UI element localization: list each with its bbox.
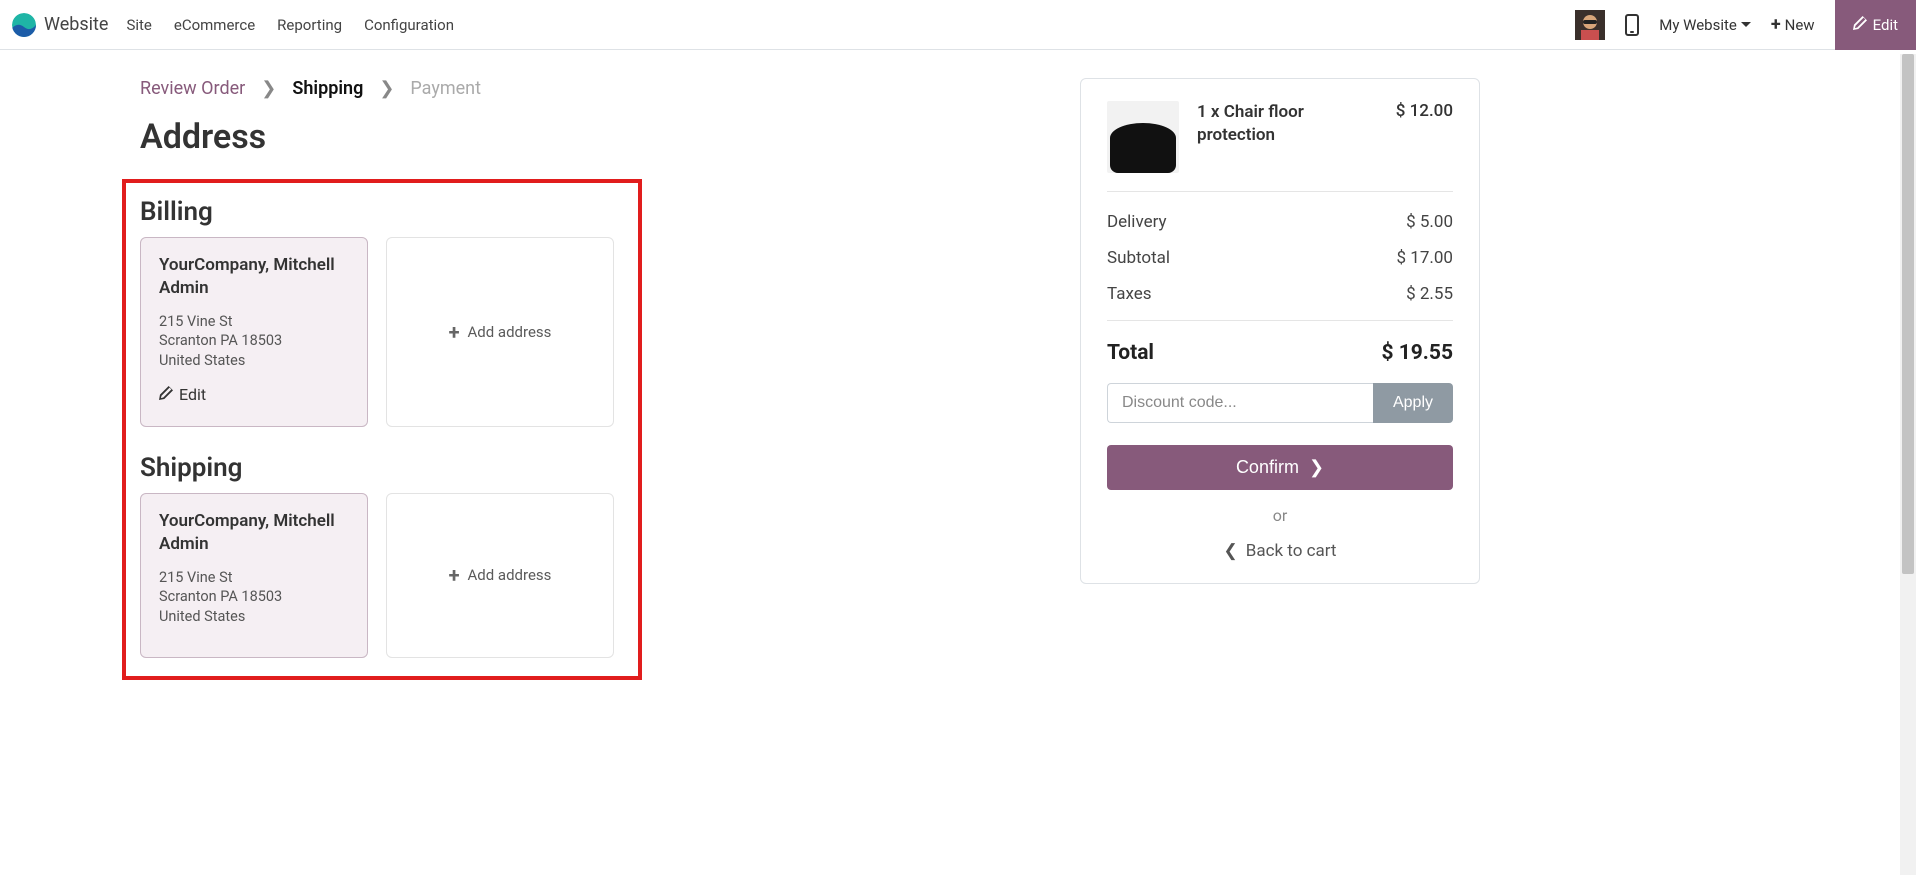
billing-edit-label: Edit	[179, 385, 206, 404]
edit-button[interactable]: Edit	[1835, 0, 1916, 50]
billing-line1: 215 Vine St	[159, 312, 349, 332]
product-thumbnail	[1107, 101, 1179, 173]
back-to-cart-link[interactable]: ❮ Back to cart	[1107, 541, 1453, 561]
delivery-label: Delivery	[1107, 212, 1167, 232]
confirm-button[interactable]: Confirm ❯	[1107, 445, 1453, 490]
page-title: Address	[140, 117, 1040, 157]
breadcrumb-shipping: Shipping	[292, 78, 363, 99]
chevron-right-icon: ❯	[379, 78, 394, 99]
plus-icon: +	[449, 563, 460, 587]
shipping-add-label: Add address	[468, 566, 552, 584]
chevron-right-icon: ❯	[1309, 457, 1324, 478]
summary-column: 1 x Chair floor protection $ 12.00 Deliv…	[1080, 78, 1480, 680]
or-separator: or	[1107, 506, 1453, 525]
chevron-left-icon: ❮	[1223, 541, 1237, 561]
address-highlight-box: Billing YourCompany, Mitchell Admin 215 …	[122, 179, 642, 680]
total-value: $ 19.55	[1381, 341, 1453, 365]
shipping-address-name: YourCompany, Mitchell Admin	[159, 510, 349, 556]
nav-right: My Website + New Edit	[1575, 0, 1904, 50]
breadcrumb-review-order[interactable]: Review Order	[140, 78, 245, 99]
back-label: Back to cart	[1246, 541, 1337, 561]
apply-discount-button[interactable]: Apply	[1373, 383, 1453, 423]
new-label: New	[1785, 16, 1815, 34]
shipping-line3: United States	[159, 607, 349, 627]
brand[interactable]: Website	[12, 13, 108, 37]
chevron-down-icon	[1741, 22, 1751, 27]
shipping-card-row: YourCompany, Mitchell Admin 215 Vine St …	[140, 493, 624, 658]
shipping-add-address-button[interactable]: + Add address	[386, 493, 614, 658]
billing-address-lines: 215 Vine St Scranton PA 18503 United Sta…	[159, 312, 349, 371]
mobile-icon	[1625, 14, 1639, 36]
subtotal-value: $ 17.00	[1397, 248, 1453, 268]
summary-total-row: Total $ 19.55	[1107, 321, 1453, 383]
edit-label: Edit	[1873, 16, 1898, 34]
mobile-preview-button[interactable]	[1625, 14, 1639, 36]
my-website-dropdown[interactable]: My Website	[1659, 16, 1751, 34]
plus-icon: +	[1771, 16, 1781, 34]
summary-delivery-row: Delivery $ 5.00	[1107, 204, 1453, 240]
pencil-icon	[159, 385, 173, 404]
billing-line2: Scranton PA 18503	[159, 331, 349, 351]
menu-ecommerce[interactable]: eCommerce	[174, 16, 255, 34]
summary-subtotals: Delivery $ 5.00 Subtotal $ 17.00 Taxes $…	[1107, 192, 1453, 321]
summary-item-price: $ 12.00	[1396, 101, 1453, 121]
taxes-value: $ 2.55	[1406, 284, 1453, 304]
brand-title: Website	[44, 14, 108, 35]
taxes-label: Taxes	[1107, 284, 1152, 304]
summary-taxes-row: Taxes $ 2.55	[1107, 276, 1453, 312]
delivery-value: $ 5.00	[1406, 212, 1453, 232]
breadcrumb: Review Order ❯ Shipping ❯ Payment	[140, 78, 1040, 99]
confirm-label: Confirm	[1236, 457, 1299, 478]
subtotal-label: Subtotal	[1107, 248, 1170, 268]
billing-address-name: YourCompany, Mitchell Admin	[159, 254, 349, 300]
plus-icon: +	[449, 320, 460, 344]
user-avatar[interactable]	[1575, 10, 1605, 40]
order-summary: 1 x Chair floor protection $ 12.00 Deliv…	[1080, 78, 1480, 584]
discount-code-input[interactable]	[1107, 383, 1373, 423]
shipping-line1: 215 Vine St	[159, 568, 349, 588]
shipping-line2: Scranton PA 18503	[159, 587, 349, 607]
main-menu: Site eCommerce Reporting Configuration	[126, 16, 454, 34]
scrollbar-thumb[interactable]	[1902, 54, 1914, 574]
summary-subtotal-row: Subtotal $ 17.00	[1107, 240, 1453, 276]
main-column: Review Order ❯ Shipping ❯ Payment Addres…	[140, 78, 1040, 680]
summary-line-item: 1 x Chair floor protection $ 12.00	[1107, 101, 1453, 192]
discount-row: Apply	[1107, 383, 1453, 423]
shipping-address-lines: 215 Vine St Scranton PA 18503 United Sta…	[159, 568, 349, 627]
total-label: Total	[1107, 341, 1154, 365]
billing-add-label: Add address	[468, 323, 552, 341]
shipping-address-card[interactable]: YourCompany, Mitchell Admin 215 Vine St …	[140, 493, 368, 658]
breadcrumb-payment: Payment	[410, 78, 481, 99]
billing-edit-link[interactable]: Edit	[159, 385, 349, 404]
top-nav: Website Site eCommerce Reporting Configu…	[0, 0, 1916, 50]
billing-card-row: YourCompany, Mitchell Admin 215 Vine St …	[140, 237, 624, 427]
chevron-right-icon: ❯	[261, 78, 276, 99]
pencil-icon	[1853, 16, 1867, 34]
shipping-heading: Shipping	[140, 453, 624, 483]
menu-reporting[interactable]: Reporting	[277, 16, 342, 34]
brand-logo-icon	[12, 13, 36, 37]
page-body: Review Order ❯ Shipping ❯ Payment Addres…	[0, 50, 1916, 720]
menu-configuration[interactable]: Configuration	[364, 16, 454, 34]
summary-item-title: 1 x Chair floor protection	[1197, 101, 1378, 147]
billing-address-card[interactable]: YourCompany, Mitchell Admin 215 Vine St …	[140, 237, 368, 427]
new-button[interactable]: + New	[1771, 16, 1815, 34]
menu-site[interactable]: Site	[126, 16, 151, 34]
scrollbar[interactable]	[1900, 54, 1916, 875]
my-website-label: My Website	[1659, 16, 1737, 34]
shipping-block: Shipping YourCompany, Mitchell Admin 215…	[140, 453, 624, 658]
billing-heading: Billing	[140, 197, 624, 227]
billing-add-address-button[interactable]: + Add address	[386, 237, 614, 427]
billing-line3: United States	[159, 351, 349, 371]
